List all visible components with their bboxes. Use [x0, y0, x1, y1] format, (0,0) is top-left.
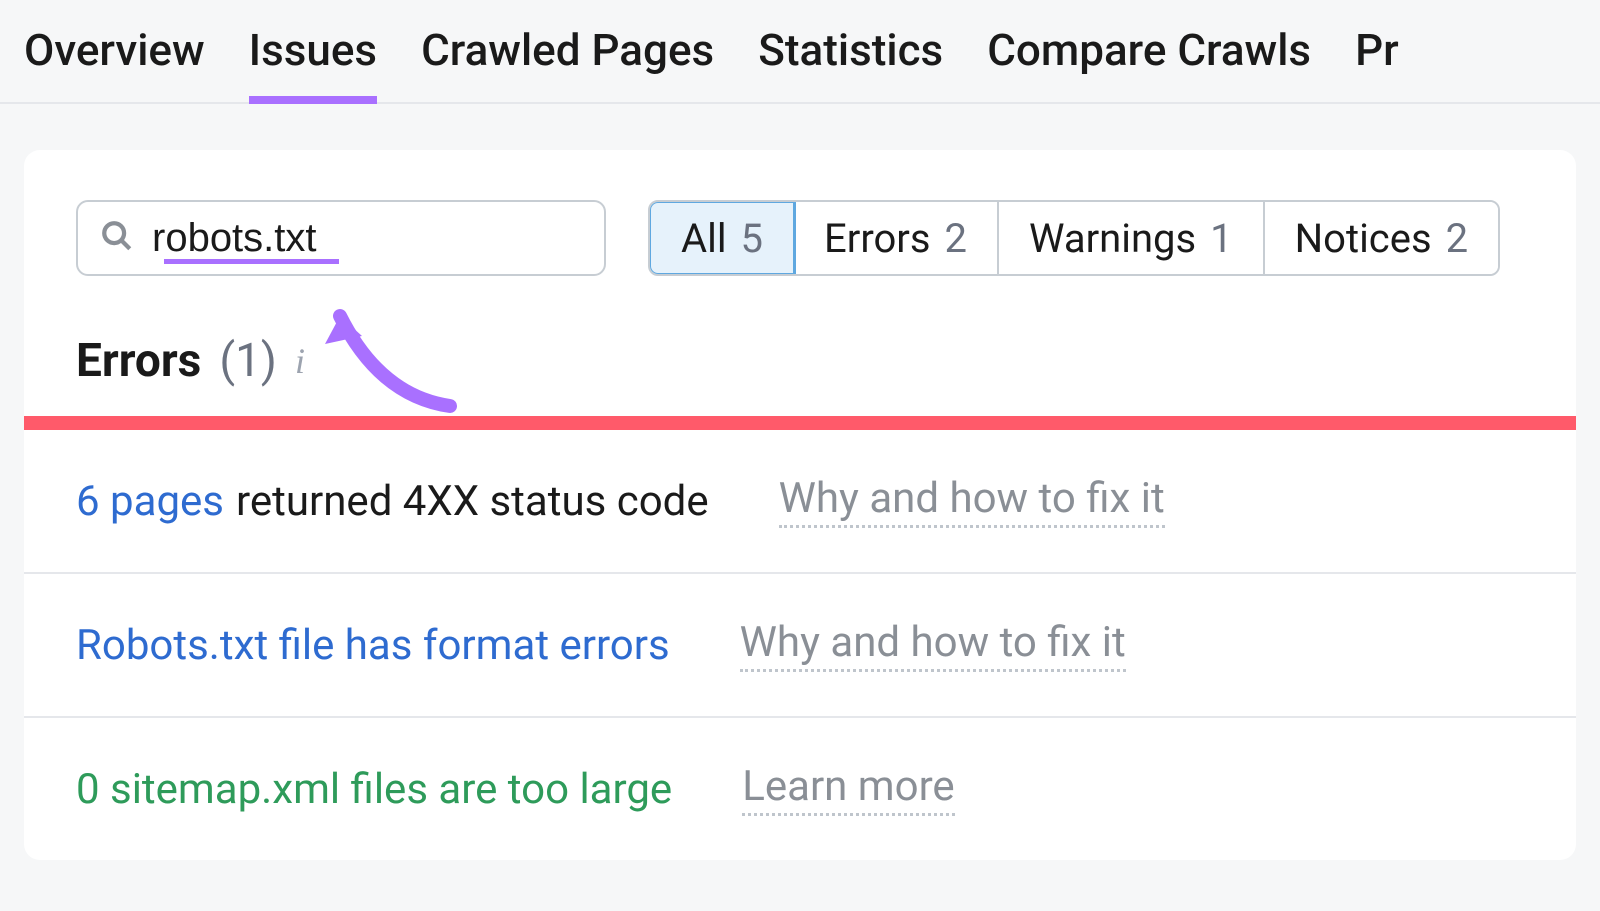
help-link[interactable]: Learn more: [742, 762, 954, 816]
tab-issues[interactable]: Issues: [249, 0, 377, 102]
filter-notices-count: 2: [1446, 215, 1468, 262]
issue-text: Robots.txt file has format errors: [76, 621, 670, 670]
main-tabs: Overview Issues Crawled Pages Statistics…: [0, 0, 1600, 104]
errors-header: Errors (1) i: [24, 276, 1576, 416]
issue-row: 6 pages returned 4XX status code Why and…: [24, 430, 1576, 574]
controls-row: All 5 Errors 2 Warnings 1 Notices 2: [24, 200, 1576, 276]
errors-separator-bar: [24, 416, 1576, 430]
filter-group: All 5 Errors 2 Warnings 1 Notices 2: [648, 200, 1500, 276]
errors-title: Errors: [76, 334, 201, 388]
filter-warnings-label: Warnings: [1029, 215, 1196, 262]
tab-compare-crawls[interactable]: Compare Crawls: [987, 0, 1311, 102]
errors-count: (1): [219, 334, 277, 388]
search-input[interactable]: [152, 216, 667, 261]
filter-all-label: All: [681, 215, 727, 262]
info-icon[interactable]: i: [295, 340, 305, 382]
filter-all-count: 5: [741, 215, 763, 262]
issues-card: All 5 Errors 2 Warnings 1 Notices 2 Erro…: [24, 150, 1576, 860]
issue-text: 0 sitemap.xml files are too large: [76, 765, 672, 814]
filter-warnings[interactable]: Warnings 1: [999, 202, 1265, 274]
filter-all[interactable]: All 5: [648, 200, 796, 276]
tab-crawled-pages[interactable]: Crawled Pages: [421, 0, 714, 102]
issue-link[interactable]: 0 sitemap.xml files are too large: [76, 765, 672, 814]
help-link[interactable]: Why and how to fix it: [779, 474, 1165, 528]
search-icon: [100, 219, 134, 257]
tab-overview[interactable]: Overview: [24, 0, 205, 102]
filter-notices[interactable]: Notices 2: [1265, 202, 1498, 274]
filter-notices-label: Notices: [1295, 215, 1432, 262]
search-box: [76, 200, 606, 276]
tab-progress[interactable]: Pr: [1355, 0, 1399, 102]
issue-row: 0 sitemap.xml files are too large Learn …: [24, 718, 1576, 860]
issue-row: Robots.txt file has format errors Why an…: [24, 574, 1576, 718]
issue-link[interactable]: 6 pages: [76, 477, 224, 526]
search-underline: [164, 259, 339, 264]
issue-text: 6 pages returned 4XX status code: [76, 477, 709, 526]
filter-errors[interactable]: Errors 2: [794, 202, 999, 274]
issue-suffix: returned 4XX status code: [236, 477, 709, 526]
filter-errors-count: 2: [945, 215, 967, 262]
help-link[interactable]: Why and how to fix it: [740, 618, 1126, 672]
issue-link[interactable]: Robots.txt file has format errors: [76, 621, 670, 670]
filter-warnings-count: 1: [1210, 215, 1232, 262]
tab-statistics[interactable]: Statistics: [758, 0, 943, 102]
filter-errors-label: Errors: [824, 215, 930, 262]
